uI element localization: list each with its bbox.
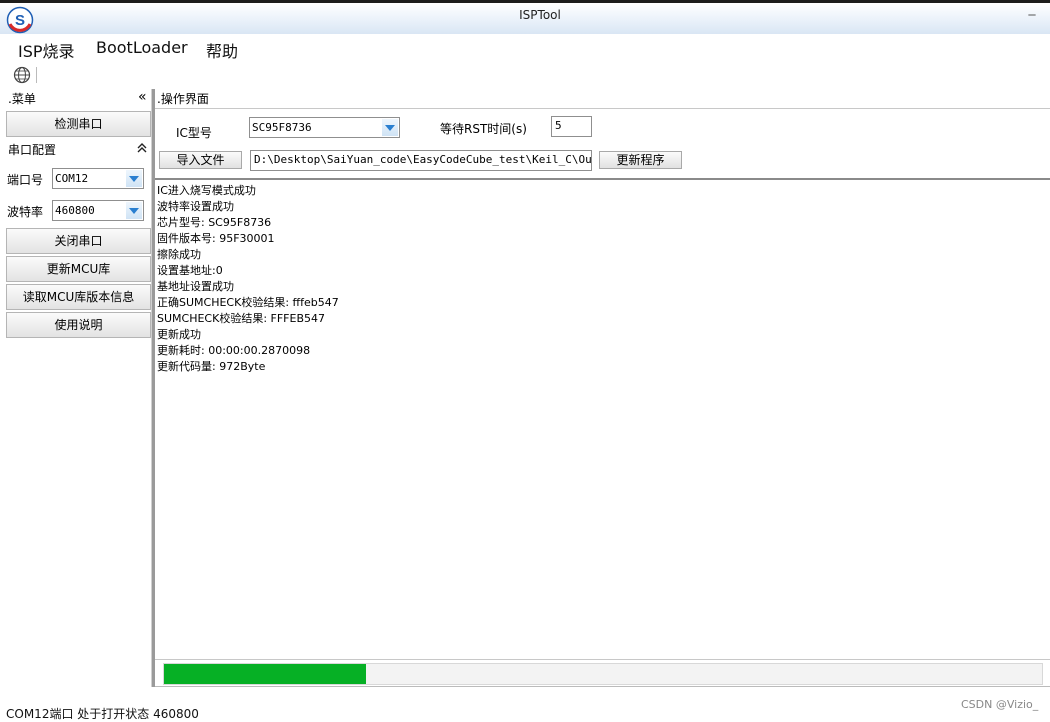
minimize-button[interactable]: _	[1022, 1, 1042, 15]
ops-panel-header: .操作界面	[157, 92, 209, 106]
baud-label: 波特率	[7, 205, 44, 219]
log-line: 芯片型号: SC95F8736	[157, 216, 272, 229]
log-line: SUMCHECK校验结果: FFFEB547	[157, 312, 325, 325]
menu-isp[interactable]: ISP烧录	[18, 38, 75, 62]
close-port-button[interactable]: 关闭串口	[6, 228, 151, 254]
log-line: 擦除成功	[157, 248, 201, 261]
collapse-icon[interactable]: «	[138, 89, 147, 105]
menu-bootloader[interactable]: BootLoader	[96, 38, 188, 57]
double-chevron-up-icon[interactable]	[137, 143, 147, 153]
log-line: 更新耗时: 00:00:00.2870098	[157, 344, 311, 357]
chevron-down-icon[interactable]	[126, 202, 142, 219]
divider	[155, 108, 1050, 109]
ic-model-select[interactable]: SC95F8736	[249, 117, 400, 138]
globe-icon[interactable]	[12, 65, 32, 85]
watermark: CSDN @Vizio_	[961, 698, 1039, 711]
rst-wait-label: 等待RST时间(s)	[440, 122, 527, 136]
chevron-down-icon[interactable]	[382, 119, 398, 136]
port-config-header: 串口配置	[8, 143, 57, 157]
usage-guide-button[interactable]: 使用说明	[6, 312, 151, 338]
port-label: 端口号	[7, 173, 44, 187]
ic-model-label: IC型号	[176, 126, 212, 140]
progress-bar	[163, 663, 1043, 685]
log-line: 更新成功	[157, 328, 201, 341]
status-text: COM12端口 处于打开状态 460800	[6, 707, 199, 721]
port-select-value: COM12	[55, 172, 89, 185]
progress-fill	[164, 664, 366, 684]
rst-wait-input[interactable]: 5	[551, 116, 592, 137]
menu-panel-header: .菜单	[8, 92, 36, 106]
import-file-button[interactable]: 导入文件	[159, 151, 242, 169]
file-path-input[interactable]: D:\Desktop\SaiYuan_code\EasyCodeCube_tes…	[250, 150, 592, 171]
baud-select-value: 460800	[55, 204, 95, 217]
log-line: 正确SUMCHECK校验结果: fffeb547	[157, 296, 339, 309]
ic-model-value: SC95F8736	[252, 121, 312, 134]
read-mcu-version-button[interactable]: 读取MCU库版本信息	[6, 284, 151, 310]
toolbar-separator	[36, 67, 37, 83]
log-line: 波特率设置成功	[157, 200, 234, 213]
chevron-down-icon[interactable]	[126, 170, 142, 187]
log-line: 更新代码量: 972Byte	[157, 360, 266, 373]
baud-select[interactable]: 460800	[52, 200, 144, 221]
log-line: 固件版本号: 95F30001	[157, 232, 275, 245]
menu-help[interactable]: 帮助	[206, 38, 238, 62]
log-line: 基地址设置成功	[157, 280, 234, 293]
update-mcu-lib-button[interactable]: 更新MCU库	[6, 256, 151, 282]
log-line: 设置基地址:0	[157, 264, 223, 277]
window-title: ISPTool	[519, 8, 561, 22]
detect-port-button[interactable]: 检测串口	[6, 111, 151, 137]
update-program-button[interactable]: 更新程序	[599, 151, 682, 169]
port-select[interactable]: COM12	[52, 168, 144, 189]
log-line: IC进入烧写模式成功	[157, 184, 256, 197]
log-output[interactable]: IC进入烧写模式成功 波特率设置成功 芯片型号: SC95F8736 固件版本号…	[155, 178, 1050, 660]
toolbar	[0, 62, 1050, 88]
